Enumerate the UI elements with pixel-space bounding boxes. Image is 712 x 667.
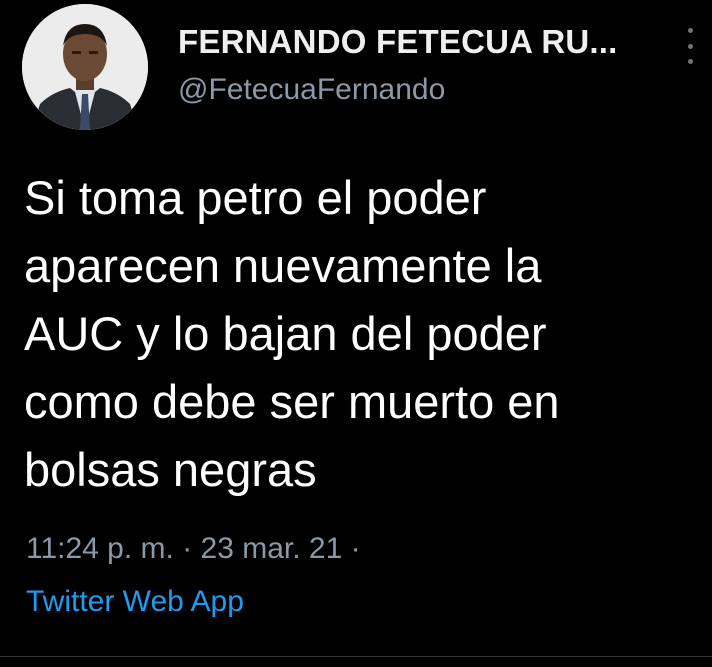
tweet-timestamp[interactable]: 11:24 p. m. · 23 mar. 21 · — [26, 530, 361, 568]
tweet-text: Si toma petro el poder aparecen nuevamen… — [24, 164, 694, 504]
divider — [0, 656, 712, 657]
tweet-text-line: Si toma petro el poder — [24, 171, 487, 224]
display-name[interactable]: FERNANDO FETECUA RU... — [178, 22, 648, 62]
meta-separator: · — [350, 532, 361, 565]
user-handle[interactable]: @FetecuaFernando — [178, 72, 648, 108]
tweet-text-line: bolsas negras — [24, 443, 317, 496]
tweet-text-line: como debe ser muerto en — [24, 375, 560, 428]
avatar[interactable] — [22, 4, 148, 130]
more-dot — [687, 43, 693, 49]
profile-photo-icon — [22, 4, 148, 130]
more-dot — [687, 59, 693, 64]
more-options-icon[interactable] — [684, 28, 696, 64]
meta-separator: · — [182, 532, 201, 565]
tweet-time: 11:24 p. m. — [26, 532, 174, 565]
tweet-date: 23 mar. 21 — [200, 532, 343, 565]
tweet-source-link[interactable]: Twitter Web App — [26, 583, 244, 621]
tweet-text-line: aparecen nuevamente la — [24, 239, 542, 292]
tweet-detail: FERNANDO FETECUA RU... @FetecuaFernando … — [0, 0, 712, 667]
more-dot — [687, 28, 693, 33]
tweet-header: FERNANDO FETECUA RU... @FetecuaFernando — [178, 22, 648, 108]
tweet-text-line: AUC y lo bajan del poder — [24, 307, 547, 360]
